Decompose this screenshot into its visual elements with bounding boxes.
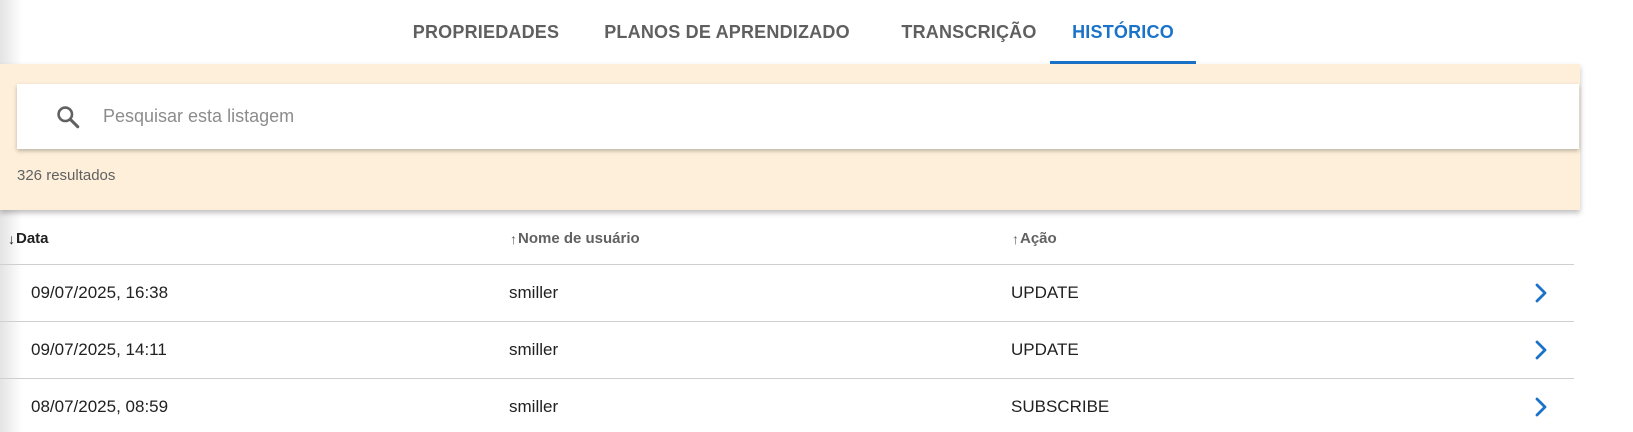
cell-user: smiller (509, 283, 559, 302)
column-header-acao[interactable]: ↑ Ação (1012, 230, 1057, 247)
chevron-right-icon[interactable] (1530, 396, 1552, 418)
cell-date: 09/07/2025, 14:11 (31, 340, 167, 359)
sort-desc-icon: ↓ (8, 230, 15, 247)
tab-propriedades[interactable]: PROPRIEDADES (406, 0, 566, 64)
column-label: Nome de usuário (518, 230, 640, 247)
table-row[interactable]: 09/07/2025, 14:11 smiller UPDATE (0, 322, 1574, 379)
column-header-nome-de-usuario[interactable]: ↑ Nome de usuário (510, 230, 640, 247)
cell-action: UPDATE (1011, 340, 1079, 359)
search-box[interactable] (17, 84, 1579, 149)
table-row[interactable]: 08/07/2025, 08:59 smiller SUBSCRIBE (0, 379, 1574, 432)
search-icon[interactable] (53, 102, 83, 132)
history-table: ↓ Data ↑ Nome de usuário ↑ Ação 09/07/20… (0, 210, 1574, 432)
cell-user: smiller (509, 340, 559, 359)
result-count: 326 resultados (17, 167, 116, 184)
tab-planos-de-aprendizado[interactable]: PLANOS DE APRENDIZADO (592, 0, 862, 64)
column-header-data[interactable]: ↓ Data (8, 230, 49, 247)
table-header: ↓ Data ↑ Nome de usuário ↑ Ação (0, 210, 1574, 265)
page: PROPRIEDADES PLANOS DE APRENDIZADO TRANS… (0, 0, 1633, 432)
search-panel: 326 resultados (0, 64, 1580, 210)
chevron-right-icon[interactable] (1530, 282, 1552, 304)
sort-asc-icon: ↑ (1012, 230, 1019, 247)
sort-asc-icon: ↑ (510, 230, 517, 247)
cell-date: 09/07/2025, 16:38 (31, 283, 169, 302)
column-label: Ação (1020, 230, 1057, 247)
cell-date: 08/07/2025, 08:59 (31, 397, 169, 416)
cell-user: smiller (509, 397, 559, 416)
cell-action: UPDATE (1011, 283, 1079, 302)
cell-action: SUBSCRIBE (1011, 397, 1110, 416)
table-row[interactable]: 09/07/2025, 16:38 smiller UPDATE (0, 265, 1574, 322)
tab-bar: PROPRIEDADES PLANOS DE APRENDIZADO TRANS… (0, 0, 1580, 64)
tab-transcricao[interactable]: TRANSCRIÇÃO (885, 0, 1053, 64)
column-label: Data (16, 230, 49, 247)
search-input[interactable] (103, 84, 1579, 149)
chevron-right-icon[interactable] (1530, 339, 1552, 361)
tab-historico[interactable]: HISTÓRICO (1050, 0, 1196, 64)
